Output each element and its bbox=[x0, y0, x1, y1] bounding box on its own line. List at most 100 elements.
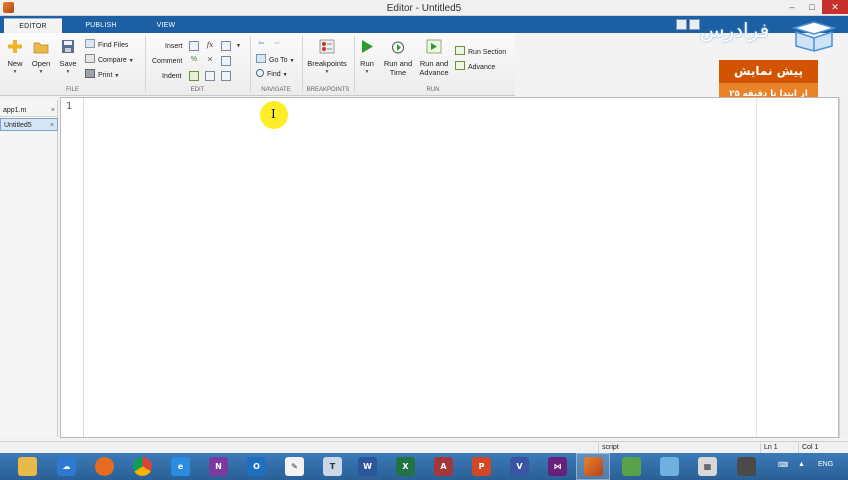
right-margin-line bbox=[756, 98, 757, 437]
goto-icon bbox=[256, 54, 266, 63]
firefox-icon[interactable] bbox=[95, 457, 114, 476]
word-icon[interactable]: W bbox=[358, 457, 377, 476]
advance-icon bbox=[455, 61, 465, 70]
run-button[interactable]: Run ▼ bbox=[357, 39, 377, 75]
file-tab-untitled5[interactable]: Untitled5 × bbox=[0, 118, 58, 131]
window-title: Editor - Untitled5 bbox=[386, 3, 462, 14]
increase-indent-icon[interactable] bbox=[205, 71, 215, 81]
chevron-down-icon: ▼ bbox=[289, 58, 295, 64]
internet-explorer-icon[interactable]: e bbox=[171, 457, 190, 476]
group-label-navigate: NAVIGATE bbox=[261, 87, 291, 93]
magnifier-icon bbox=[256, 69, 264, 77]
visio-icon[interactable]: V bbox=[510, 457, 529, 476]
advance-label: Advance bbox=[468, 64, 496, 71]
run-label: Run bbox=[360, 59, 374, 68]
chevron-down-icon: ▼ bbox=[128, 58, 134, 64]
group-label-edit: EDIT bbox=[190, 87, 205, 93]
insert-function-icon[interactable] bbox=[221, 41, 231, 51]
chevron-down-icon[interactable]: ▼ bbox=[236, 40, 241, 52]
new-label: New bbox=[7, 59, 23, 68]
chart-app-icon[interactable] bbox=[622, 457, 641, 476]
tray-arrow-icon[interactable]: ▲ bbox=[798, 461, 805, 468]
smart-indent-icon[interactable] bbox=[189, 71, 199, 81]
file-tab-app1[interactable]: app1.m × bbox=[0, 104, 58, 117]
keyboard-icon[interactable]: ⌨ bbox=[778, 461, 788, 469]
text-cursor-icon: I bbox=[271, 107, 276, 121]
decrease-indent-icon[interactable] bbox=[221, 71, 231, 81]
input-language[interactable]: ENG bbox=[818, 461, 833, 468]
run-and-time-button[interactable]: Run and Time bbox=[382, 39, 414, 77]
breakpoints-icon bbox=[319, 39, 335, 54]
calculator-icon[interactable]: ▦ bbox=[698, 457, 717, 476]
quick-access-cut-icon[interactable] bbox=[689, 19, 700, 30]
close-button[interactable]: ✕ bbox=[822, 0, 848, 14]
back-arrow-icon[interactable]: ⇦ bbox=[256, 40, 266, 50]
open-book-logo-icon bbox=[791, 21, 837, 52]
save-label: Save bbox=[59, 59, 77, 68]
chrome-icon[interactable] bbox=[133, 457, 152, 476]
excel-icon[interactable]: X bbox=[396, 457, 415, 476]
indent-button[interactable]: Indent bbox=[162, 71, 181, 83]
status-line: Ln 1 bbox=[760, 443, 798, 453]
tab-publish[interactable]: PUBLISH bbox=[70, 18, 132, 33]
open-label: Open bbox=[31, 59, 51, 68]
insert-section-icon[interactable] bbox=[189, 41, 199, 51]
uncomment-icon[interactable]: ⨯ bbox=[205, 56, 215, 66]
windows-taskbar: ☁ e N O ✎ T W X A P V ⋈ ▦ ⌨ ▲ ENG bbox=[0, 453, 848, 480]
minimize-button[interactable]: – bbox=[782, 0, 802, 14]
find-files-button[interactable]: Find Files bbox=[85, 39, 128, 51]
new-button[interactable]: New ▼ bbox=[4, 39, 26, 75]
vertical-scrollbar[interactable] bbox=[839, 97, 848, 438]
tex-editor-icon[interactable]: T bbox=[323, 457, 342, 476]
wrap-comments-icon[interactable] bbox=[221, 56, 231, 66]
faradars-logo: فرادرس bbox=[700, 18, 770, 42]
run-and-advance-button[interactable]: Run and Advance bbox=[418, 39, 450, 77]
outlook-icon[interactable]: O bbox=[247, 457, 266, 476]
find-files-label: Find Files bbox=[98, 42, 129, 49]
status-col: Col 1 bbox=[798, 443, 848, 453]
visual-studio-icon[interactable]: ⋈ bbox=[548, 457, 567, 476]
tools-icon[interactable] bbox=[737, 457, 756, 476]
onenote-icon[interactable]: N bbox=[209, 457, 228, 476]
find-button[interactable]: Find ▼ bbox=[256, 69, 288, 81]
find-files-icon bbox=[85, 39, 95, 48]
matlab-taskbar-icon[interactable] bbox=[584, 457, 603, 476]
preview-title: پیش نمایش bbox=[719, 60, 818, 83]
file-explorer-icon[interactable] bbox=[18, 457, 37, 476]
window-controls: – □ ✕ bbox=[782, 0, 848, 16]
group-divider bbox=[302, 36, 303, 92]
print-label: Print bbox=[98, 72, 113, 79]
status-mode: script bbox=[598, 443, 758, 453]
advance-button[interactable]: Advance bbox=[455, 61, 495, 73]
quick-access-save-icon[interactable] bbox=[676, 19, 687, 30]
close-tab-icon[interactable]: × bbox=[51, 104, 55, 117]
tab-view[interactable]: VIEW bbox=[140, 18, 192, 33]
breakpoints-button[interactable]: Breakpoints ▼ bbox=[306, 39, 348, 75]
fx-icon[interactable]: fx bbox=[205, 41, 215, 51]
save-button[interactable]: Save ▼ bbox=[57, 39, 79, 75]
close-tab-icon[interactable]: × bbox=[50, 119, 54, 132]
goto-label: Go To bbox=[269, 57, 288, 64]
code-editor[interactable]: 1 bbox=[60, 97, 839, 438]
run-section-button[interactable]: Run Section bbox=[455, 46, 506, 58]
open-button[interactable]: Open ▼ bbox=[30, 39, 52, 75]
percent-comment-icon[interactable]: % bbox=[189, 56, 199, 66]
powerpoint-icon[interactable]: P bbox=[472, 457, 491, 476]
print-button[interactable]: Print ▼ bbox=[85, 69, 119, 81]
goto-button[interactable]: Go To ▼ bbox=[256, 54, 294, 66]
folder-open-icon bbox=[33, 39, 49, 54]
tablet-app-icon[interactable] bbox=[660, 457, 679, 476]
comment-button[interactable]: Comment bbox=[152, 56, 182, 68]
maximize-button[interactable]: □ bbox=[802, 0, 822, 14]
tab-editor[interactable]: EDITOR bbox=[4, 18, 62, 33]
file-tab-label: Untitled5 bbox=[4, 122, 32, 129]
status-bar: script Ln 1 Col 1 bbox=[0, 441, 848, 453]
notes-pen-icon[interactable]: ✎ bbox=[285, 457, 304, 476]
onedrive-icon[interactable]: ☁ bbox=[57, 457, 76, 476]
run-section-label: Run Section bbox=[468, 49, 507, 56]
insert-button[interactable]: Insert bbox=[165, 41, 183, 53]
forward-arrow-icon[interactable]: ⇨ bbox=[272, 40, 282, 50]
compare-button[interactable]: Compare ▼ bbox=[85, 54, 134, 66]
access-icon[interactable]: A bbox=[434, 457, 453, 476]
run-and-advance-label: Run and Advance bbox=[419, 59, 449, 77]
